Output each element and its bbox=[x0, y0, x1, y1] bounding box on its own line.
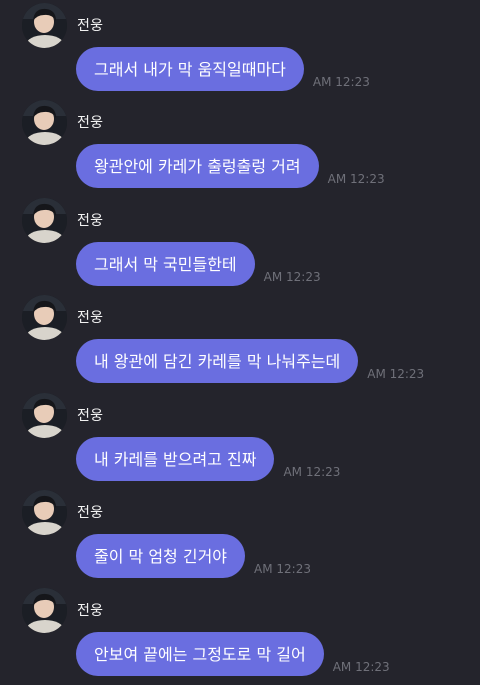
message-group: 전웅 그래서 내가 막 움직일때마다 AM 12:23 bbox=[0, 0, 480, 97]
message-row: 그래서 내가 막 움직일때마다 AM 12:23 bbox=[76, 47, 370, 91]
sender-name: 전웅 bbox=[77, 115, 104, 131]
sender-name: 전웅 bbox=[77, 310, 104, 326]
avatar-image bbox=[22, 295, 67, 340]
avatar-image bbox=[22, 3, 67, 48]
message-timestamp: AM 12:23 bbox=[283, 465, 341, 479]
avatar-image bbox=[22, 100, 67, 145]
message-row: 줄이 막 엄청 긴거야 AM 12:23 bbox=[76, 534, 311, 578]
message-timestamp: AM 12:23 bbox=[332, 660, 390, 674]
message-bubble[interactable]: 내 왕관에 담긴 카레를 막 나눠주는데 bbox=[76, 339, 359, 383]
message-row: 내 왕관에 담긴 카레를 막 나눠주는데 AM 12:23 bbox=[76, 339, 424, 383]
avatar[interactable] bbox=[22, 393, 67, 438]
message-bubble[interactable]: 줄이 막 엄청 긴거야 bbox=[76, 534, 246, 578]
avatar-image bbox=[22, 490, 67, 535]
message-row: 그래서 막 국민들한테 AM 12:23 bbox=[76, 242, 321, 286]
sender-name: 전웅 bbox=[77, 18, 104, 34]
message-group: 전웅 줄이 막 엄청 긴거야 AM 12:23 bbox=[0, 487, 480, 584]
message-bubble[interactable]: 그래서 막 국민들한테 bbox=[76, 242, 255, 286]
sender-name: 전웅 bbox=[77, 603, 104, 619]
avatar[interactable] bbox=[22, 490, 67, 535]
avatar[interactable] bbox=[22, 198, 67, 243]
message-timestamp: AM 12:23 bbox=[312, 75, 370, 89]
message-row: 내 카레를 받으려고 진짜 AM 12:23 bbox=[76, 437, 340, 481]
avatar[interactable] bbox=[22, 3, 67, 48]
avatar-image bbox=[22, 393, 67, 438]
message-bubble[interactable]: 안보여 끝에는 그정도로 막 길어 bbox=[76, 632, 324, 676]
avatar[interactable] bbox=[22, 295, 67, 340]
message-timestamp: AM 12:23 bbox=[367, 367, 425, 381]
message-timestamp: AM 12:23 bbox=[263, 270, 321, 284]
message-row: 왕관안에 카레가 출렁출렁 거려 AM 12:23 bbox=[76, 144, 385, 188]
message-group: 전웅 왕관안에 카레가 출렁출렁 거려 AM 12:23 bbox=[0, 97, 480, 194]
chat-message-list[interactable]: 전웅 그래서 내가 막 움직일때마다 AM 12:23 전웅 왕관안에 카레가 … bbox=[0, 0, 480, 685]
sender-name: 전웅 bbox=[77, 213, 104, 229]
avatar[interactable] bbox=[22, 588, 67, 633]
message-group: 전웅 안보여 끝에는 그정도로 막 길어 AM 12:23 bbox=[0, 585, 480, 682]
avatar-image bbox=[22, 588, 67, 633]
avatar-image bbox=[22, 198, 67, 243]
message-bubble[interactable]: 왕관안에 카레가 출렁출렁 거려 bbox=[76, 144, 319, 188]
message-timestamp: AM 12:23 bbox=[327, 172, 385, 186]
message-row: 안보여 끝에는 그정도로 막 길어 AM 12:23 bbox=[76, 632, 390, 676]
message-group: 전웅 그래서 막 국민들한테 AM 12:23 bbox=[0, 195, 480, 292]
sender-name: 전웅 bbox=[77, 505, 104, 521]
avatar[interactable] bbox=[22, 100, 67, 145]
message-group: 전웅 내 카레를 받으려고 진짜 AM 12:23 bbox=[0, 390, 480, 487]
message-group: 전웅 내 왕관에 담긴 카레를 막 나눠주는데 AM 12:23 bbox=[0, 292, 480, 389]
message-timestamp: AM 12:23 bbox=[254, 562, 311, 576]
sender-name: 전웅 bbox=[77, 408, 104, 424]
message-bubble[interactable]: 그래서 내가 막 움직일때마다 bbox=[76, 47, 304, 91]
message-bubble[interactable]: 내 카레를 받으려고 진짜 bbox=[76, 437, 275, 481]
